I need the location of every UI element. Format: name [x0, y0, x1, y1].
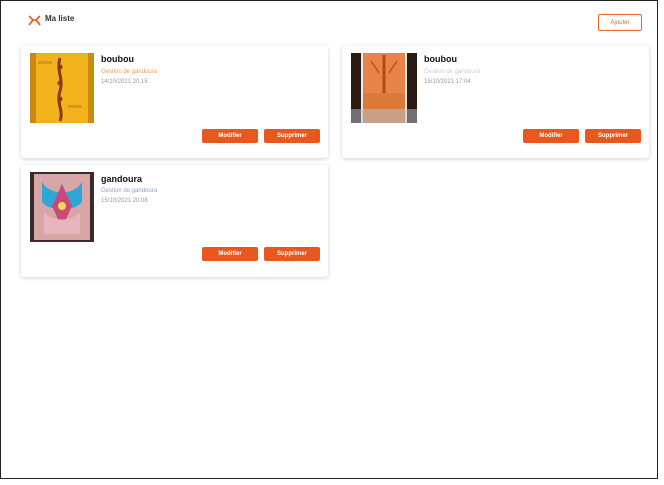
item-image — [30, 53, 94, 123]
brand[interactable]: Ma liste — [28, 13, 75, 26]
item-card: boubou Gestion de gandoura 15/10/2021 17… — [342, 46, 649, 158]
app-window: Ma liste Ajouter boubou Gestion de gando… — [0, 0, 658, 479]
item-category: Gestion de gandoura — [101, 69, 158, 75]
item-date: 15/10/2021 20:08 — [101, 198, 148, 204]
edit-button[interactable]: Modifier — [523, 129, 579, 143]
edit-button[interactable]: Modifier — [202, 129, 258, 143]
item-date: 14/10/2021 20:15 — [101, 79, 148, 85]
brand-title: Ma liste — [45, 14, 75, 23]
add-button-label: Ajouter — [610, 19, 630, 26]
delete-button[interactable]: Supprimer — [585, 129, 641, 143]
item-title: gandoura — [101, 174, 143, 184]
edit-button[interactable]: Modifier — [202, 247, 258, 261]
add-button[interactable]: Ajouter — [598, 14, 642, 31]
item-card: boubou Gestion de gandoura 14/10/2021 20… — [21, 46, 328, 158]
delete-button-label: Supprimer — [276, 251, 307, 257]
top-bar: Ma liste Ajouter — [1, 1, 657, 37]
delete-button-label: Supprimer — [597, 133, 628, 139]
edit-button-label: Modifier — [218, 133, 242, 139]
item-title: boubou — [424, 54, 457, 64]
item-category: Gestion de gandoura — [424, 69, 481, 75]
item-category: Gestion de gandoura — [101, 188, 158, 194]
logo-icon — [28, 13, 41, 26]
delete-button[interactable]: Supprimer — [264, 247, 320, 261]
delete-button-label: Supprimer — [276, 133, 307, 139]
edit-button-label: Modifier — [218, 251, 242, 257]
item-date: 15/10/2021 17:04 — [424, 79, 471, 85]
item-card: gandoura Gestion de gandoura 15/10/2021 … — [21, 165, 328, 277]
item-title: boubou — [101, 54, 134, 64]
delete-button[interactable]: Supprimer — [264, 129, 320, 143]
item-image — [30, 172, 94, 242]
item-image — [351, 53, 417, 123]
edit-button-label: Modifier — [539, 133, 563, 139]
